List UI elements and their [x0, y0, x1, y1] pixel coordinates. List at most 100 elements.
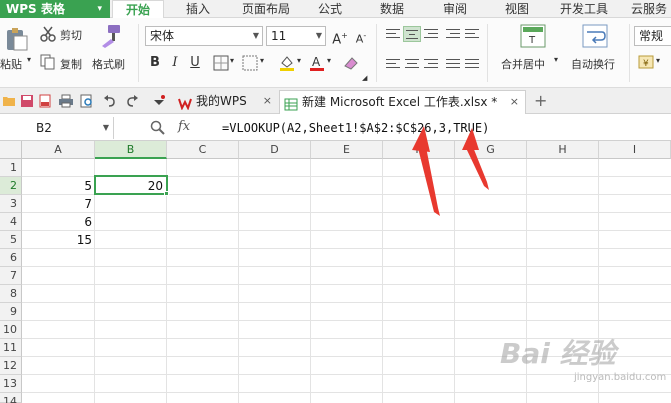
align-top-icon[interactable] — [384, 26, 402, 42]
align-bottom-icon[interactable] — [422, 26, 440, 42]
row-header-7[interactable]: 7 — [0, 267, 22, 285]
row-header-3[interactable]: 3 — [0, 195, 22, 213]
undo-icon[interactable] — [103, 94, 117, 108]
cell-a2[interactable]: 5 — [22, 177, 94, 195]
doc-tab-my-wps[interactable]: 我的WPS × — [174, 90, 278, 114]
distributed-icon[interactable] — [463, 56, 481, 72]
cell-a3[interactable]: 7 — [22, 195, 94, 213]
underline-icon[interactable]: U — [186, 54, 204, 72]
orientation-icon[interactable] — [463, 26, 481, 42]
paste-icon[interactable] — [4, 26, 30, 52]
paste-button[interactable]: 粘贴 — [0, 56, 22, 72]
close-icon[interactable]: × — [510, 91, 519, 113]
row-header-9[interactable]: 9 — [0, 303, 22, 321]
column-header-g[interactable]: G — [455, 141, 527, 159]
fill-handle[interactable] — [164, 191, 169, 196]
format-painter-button[interactable]: 格式刷 — [92, 56, 125, 72]
tab-page-layout[interactable]: 页面布局 — [232, 0, 300, 18]
row-header-4[interactable]: 4 — [0, 213, 22, 231]
redo-icon[interactable] — [125, 94, 139, 108]
align-right-icon[interactable] — [422, 56, 440, 72]
column-header-f[interactable]: F — [383, 141, 455, 159]
font-name-select[interactable]: 宋体 ▼ — [145, 26, 263, 46]
chevron-down-icon[interactable]: ▾ — [230, 56, 234, 65]
align-left-icon[interactable] — [384, 56, 402, 72]
align-middle-icon[interactable] — [403, 26, 421, 42]
bold-icon[interactable]: B — [146, 54, 164, 72]
customize-toolbar-icon[interactable] — [152, 94, 166, 108]
fill-color-icon[interactable] — [278, 54, 296, 72]
row-header-14[interactable]: 14 — [0, 393, 22, 403]
print-icon[interactable] — [58, 94, 74, 108]
row-header-2[interactable]: 2 — [0, 177, 22, 195]
cut-button[interactable]: 剪切 — [60, 27, 82, 43]
tab-developer[interactable]: 开发工具 — [554, 0, 614, 18]
export-pdf-icon[interactable] — [38, 94, 52, 108]
italic-icon[interactable]: I — [166, 54, 184, 72]
tab-formulas[interactable]: 公式 — [306, 0, 354, 18]
open-folder-icon[interactable] — [2, 94, 16, 108]
chevron-down-icon[interactable]: ▼ — [103, 117, 109, 139]
save-icon[interactable] — [20, 94, 34, 108]
cell-a4[interactable]: 6 — [22, 213, 94, 231]
tab-view[interactable]: 视图 — [492, 0, 542, 18]
justify-icon[interactable] — [444, 56, 462, 72]
wrap-text-icon[interactable] — [582, 24, 608, 48]
cell-style-icon[interactable] — [242, 55, 258, 71]
font-size-select[interactable]: 11 ▼ — [266, 26, 326, 46]
font-dialog-launcher-icon[interactable]: ◢ — [362, 74, 367, 82]
zoom-icon[interactable] — [150, 120, 166, 136]
chevron-down-icon[interactable]: ▾ — [327, 56, 331, 65]
tab-data[interactable]: 数据 — [366, 0, 418, 18]
tab-cloud[interactable]: 云服务 — [624, 0, 671, 18]
column-header-c[interactable]: C — [167, 141, 239, 159]
row-header-11[interactable]: 11 — [0, 339, 22, 357]
chevron-down-icon[interactable]: ▾ — [297, 56, 301, 65]
column-header-h[interactable]: H — [527, 141, 599, 159]
merge-center-icon[interactable]: T — [520, 24, 546, 48]
scissors-icon[interactable] — [40, 26, 56, 42]
formula-input[interactable]: =VLOOKUP(A2,Sheet1!$A$2:$C$26,3,TRUE) — [222, 117, 489, 139]
number-format-select[interactable]: 常规 — [634, 26, 671, 46]
clear-format-icon[interactable] — [342, 54, 360, 72]
column-header-a[interactable]: A — [22, 141, 95, 159]
row-header-6[interactable]: 6 — [0, 249, 22, 267]
tab-insert[interactable]: 插入 — [172, 0, 224, 18]
close-icon[interactable]: × — [263, 90, 272, 112]
insert-function-button[interactable]: fx — [178, 119, 190, 134]
column-header-e[interactable]: E — [311, 141, 383, 159]
indent-icon[interactable] — [444, 26, 462, 42]
currency-format-icon[interactable]: ¥ — [638, 54, 654, 70]
column-header-d[interactable]: D — [239, 141, 311, 159]
format-painter-icon[interactable] — [98, 24, 122, 48]
row-header-5[interactable]: 5 — [0, 231, 22, 249]
column-header-i[interactable]: I — [599, 141, 671, 159]
row-header-8[interactable]: 8 — [0, 285, 22, 303]
cell-a5[interactable]: 15 — [22, 231, 94, 249]
row-header-1[interactable]: 1 — [0, 159, 22, 177]
row-header-13[interactable]: 13 — [0, 375, 22, 393]
decrease-font-icon[interactable]: A- — [352, 27, 370, 46]
merge-center-button[interactable]: 合并居中 — [501, 56, 545, 72]
new-tab-button[interactable]: + — [530, 90, 554, 114]
print-preview-icon[interactable] — [80, 94, 94, 108]
chevron-down-icon[interactable]: ▾ — [656, 56, 660, 65]
tab-review[interactable]: 审阅 — [430, 0, 480, 18]
column-header-b[interactable]: B — [95, 141, 167, 159]
align-center-icon[interactable] — [403, 56, 421, 72]
copy-icon[interactable] — [40, 54, 56, 70]
tab-home[interactable]: 开始 — [112, 0, 164, 19]
row-header-12[interactable]: 12 — [0, 357, 22, 375]
copy-button[interactable]: 复制 — [60, 56, 82, 72]
doc-tab-excel-file[interactable]: 新建 Microsoft Excel 工作表.xlsx * × — [279, 90, 526, 114]
app-menu-button[interactable]: WPS 表格 ▾ — [0, 0, 110, 18]
increase-font-icon[interactable]: A+ — [331, 27, 349, 47]
name-box[interactable]: B2 ▼ — [0, 117, 114, 139]
chevron-down-icon[interactable]: ▾ — [554, 55, 558, 64]
chevron-down-icon[interactable]: ▾ — [260, 56, 264, 65]
row-header-10[interactable]: 10 — [0, 321, 22, 339]
borders-icon[interactable] — [213, 55, 229, 71]
paste-dropdown-icon[interactable]: ▾ — [27, 55, 31, 64]
select-all-corner[interactable] — [0, 141, 22, 159]
wrap-text-button[interactable]: 自动换行 — [571, 56, 615, 72]
